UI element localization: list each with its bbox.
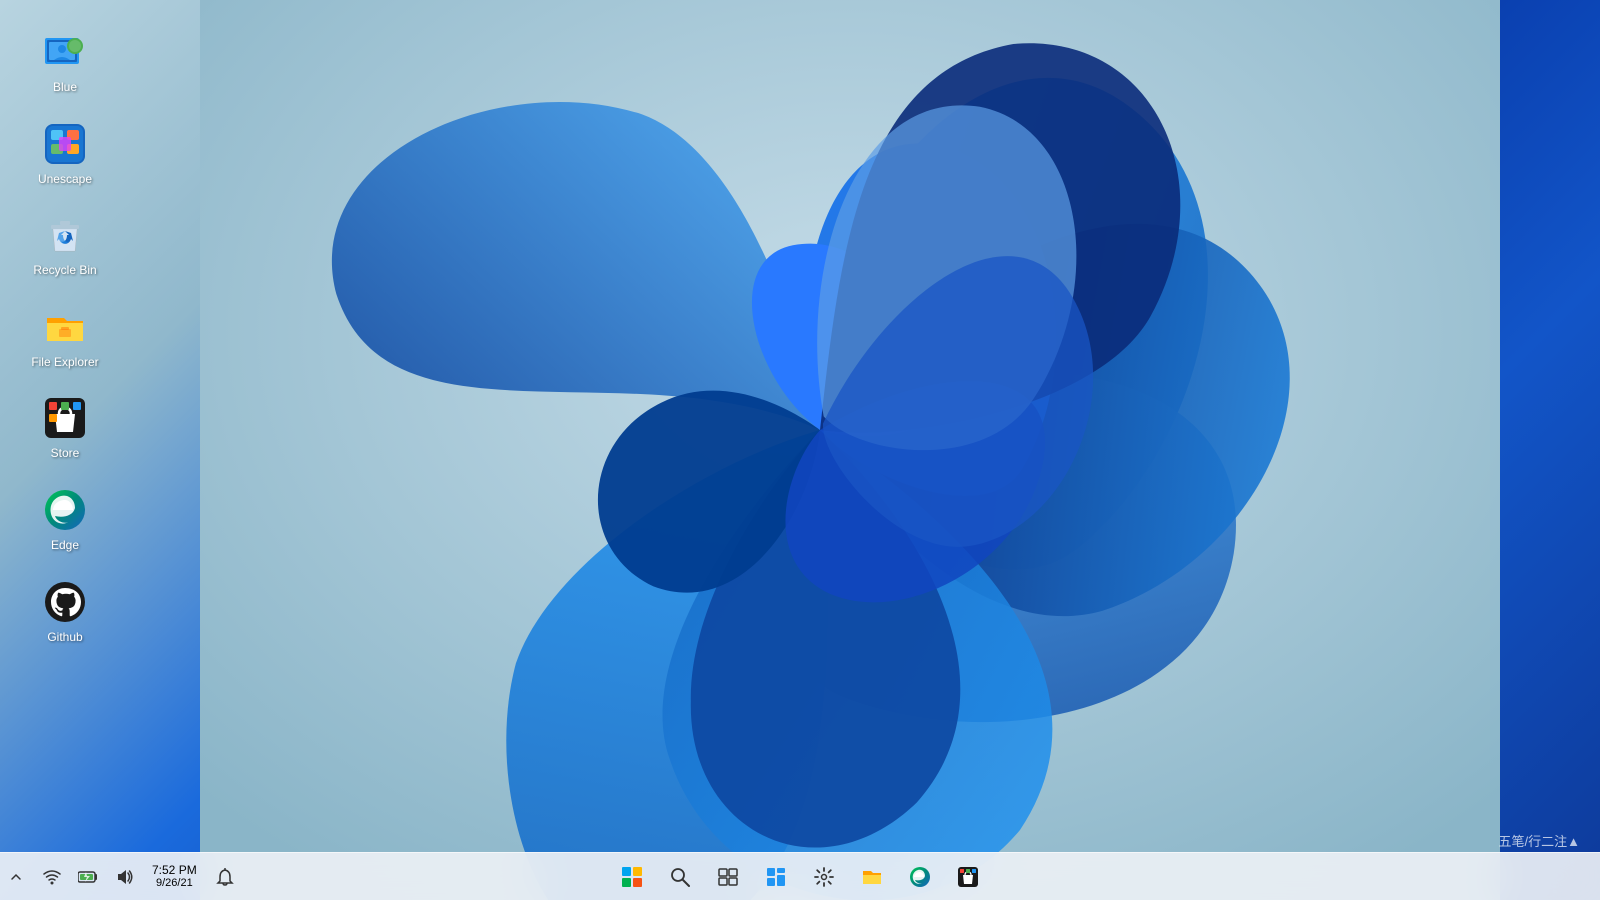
store-icon — [41, 394, 89, 442]
show-hidden-icons-button[interactable] — [0, 855, 32, 899]
wallpaper — [200, 0, 1500, 900]
clock-time: 7:52 PM — [152, 863, 197, 877]
sound-icon — [115, 868, 133, 886]
sound-button[interactable] — [108, 855, 140, 899]
start-button[interactable] — [610, 855, 654, 899]
recycle-bin-icon — [41, 211, 89, 259]
edge-label: Edge — [51, 538, 79, 554]
desktop-icon-recycle-bin[interactable]: Recycle Bin — [20, 203, 110, 287]
edge-taskbar-icon — [909, 866, 931, 888]
notification-button[interactable] — [209, 855, 241, 899]
search-button[interactable] — [658, 855, 702, 899]
store-taskbar-icon — [957, 866, 979, 888]
search-icon — [670, 867, 690, 887]
taskbar-tray: 7:52 PM 9/26/21 — [0, 855, 241, 899]
start-icon — [621, 866, 643, 888]
desktop: Blue Unescape — [0, 0, 1600, 900]
store-label: Store — [51, 446, 80, 462]
blue-label: Blue — [53, 80, 77, 96]
wifi-icon — [43, 868, 61, 886]
desktop-icon-file-explorer[interactable]: File Explorer — [20, 295, 110, 379]
battery-button[interactable] — [72, 855, 104, 899]
battery-icon — [78, 870, 98, 884]
notification-icon — [216, 868, 234, 886]
task-view-button[interactable] — [706, 855, 750, 899]
ime-text: 五笔/行二注▲ — [1499, 834, 1580, 849]
file-explorer-icon — [41, 303, 89, 351]
widgets-button[interactable] — [754, 855, 798, 899]
github-label: Github — [47, 630, 82, 646]
desktop-icon-blue[interactable]: Blue — [20, 20, 110, 104]
desktop-icon-unescape[interactable]: Unescape — [20, 112, 110, 196]
unescape-label: Unescape — [38, 172, 92, 188]
desktop-icons: Blue Unescape — [0, 10, 130, 671]
taskbar-center — [610, 855, 990, 899]
ime-indicator: 五笔/行二注▲ — [1499, 831, 1580, 850]
settings-button[interactable] — [802, 855, 846, 899]
settings-icon — [814, 867, 834, 887]
unescape-icon — [41, 120, 89, 168]
clock-date: 9/26/21 — [156, 877, 193, 890]
folder-taskbar-icon — [861, 867, 883, 887]
widgets-icon — [766, 867, 786, 887]
recycle-bin-label: Recycle Bin — [33, 263, 96, 279]
desktop-icon-store[interactable]: Store — [20, 386, 110, 470]
desktop-icon-github[interactable]: Github — [20, 570, 110, 654]
task-view-icon — [718, 867, 738, 887]
taskbar: 7:52 PM 9/26/21 — [0, 852, 1600, 900]
file-explorer-label: File Explorer — [31, 355, 98, 371]
store-taskbar-button[interactable] — [946, 855, 990, 899]
chevron-up-icon — [10, 871, 22, 883]
clock[interactable]: 7:52 PM 9/26/21 — [144, 855, 205, 899]
edge-icon — [41, 486, 89, 534]
desktop-icon-edge[interactable]: Edge — [20, 478, 110, 562]
blue-icon — [41, 28, 89, 76]
wifi-button[interactable] — [36, 855, 68, 899]
github-icon — [41, 578, 89, 626]
file-explorer-taskbar-button[interactable] — [850, 855, 894, 899]
edge-taskbar-button[interactable] — [898, 855, 942, 899]
